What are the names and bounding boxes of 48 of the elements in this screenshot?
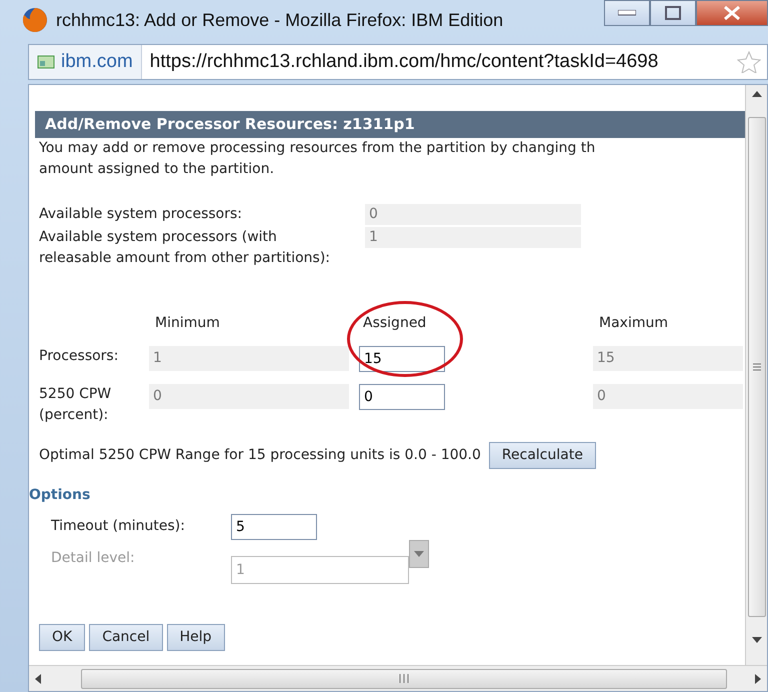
column-header: Minimum (154, 314, 220, 332)
value-cell: 1 (365, 226, 581, 248)
minimum-cell: 1 (149, 346, 349, 370)
scroll-up-icon[interactable] (752, 91, 762, 97)
minimize-button[interactable] (604, 0, 650, 26)
field-label: Available system processors: (38, 204, 244, 224)
dialog-button[interactable]: Cancel (89, 624, 163, 650)
vertical-scrollbar[interactable] (745, 85, 767, 665)
recalculate-button[interactable]: Recalculate (488, 442, 596, 468)
column-header: Assigned (362, 314, 426, 332)
maximum-cell: 15 (593, 346, 743, 370)
options-heading: Options (29, 486, 92, 504)
scroll-left-icon[interactable] (35, 674, 41, 684)
intro-text: amount assigned to the partition. (38, 160, 276, 178)
minimum-cell: 0 (149, 384, 349, 408)
grip-icon (399, 674, 409, 683)
close-icon (723, 5, 741, 21)
firefox-icon (22, 7, 48, 33)
assigned-field[interactable]: 15 (359, 346, 445, 372)
range-text: Optimal 5250 CPW Range for 15 processing units is 0.0 - 100.0 (38, 446, 481, 464)
assigned-field[interactable]: 0 (359, 384, 445, 410)
scroll-down-icon[interactable] (752, 637, 762, 643)
row-label: Processors: (38, 346, 120, 366)
close-button[interactable] (696, 0, 768, 26)
url-field[interactable]: https://rchhmc13.rchland.ibm.com/hmc/content?taskId=4698 (142, 48, 737, 76)
row-label: 5250 CPW (percent): (38, 384, 112, 424)
horizontal-scrollbar[interactable] (29, 665, 767, 691)
maximum-cell: 0 (593, 384, 743, 408)
detail-level-label: Detail level: (51, 548, 136, 568)
star-icon[interactable] (737, 51, 761, 73)
site-icon (37, 54, 55, 70)
maximize-button[interactable] (650, 0, 696, 26)
window-title: rchhmc13: Add or Remove - Mozilla Firefox: IBM Edition (56, 8, 504, 32)
column-header: Maximum (598, 314, 668, 332)
panel-title: Add/Remove Processor Resources: z1311p1 (35, 111, 745, 138)
minimize-icon (618, 10, 636, 16)
field-label: Available system processors (with releasable amount from other partitions): (38, 228, 331, 268)
timeout-label: Timeout (minutes): (51, 517, 186, 536)
dialog-button[interactable]: Help (166, 624, 225, 650)
dialog-button[interactable]: OK (39, 624, 86, 650)
scroll-right-icon[interactable] (755, 674, 761, 684)
caret-icon (414, 550, 424, 556)
value-cell: 0 (365, 204, 581, 224)
grip-icon (752, 363, 760, 371)
maximize-icon (665, 6, 681, 20)
dropdown-button[interactable] (409, 540, 429, 568)
timeout-field[interactable]: 5 (231, 514, 317, 540)
intro-text: You may add or remove processing resources from the partition by changing th (38, 138, 596, 158)
